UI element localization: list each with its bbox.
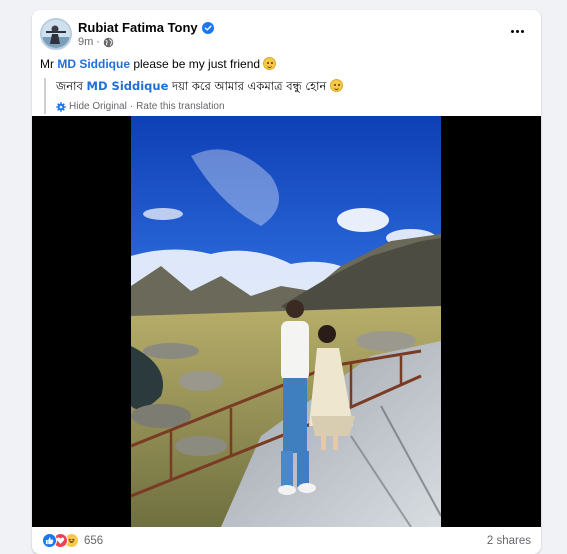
gear-icon xyxy=(56,101,66,112)
reaction-count: 656 xyxy=(84,534,104,547)
like-reaction-icon xyxy=(42,533,57,548)
translation-block: জনাব MD Siddique দয়া করে আমার একমাত্র ব… xyxy=(44,78,343,114)
meta-separator: · xyxy=(96,36,100,48)
translation-text-after: দয়া করে আমার একমাত্র বন্ধু হোন xyxy=(168,79,327,93)
grimace-emoji-icon xyxy=(329,79,343,92)
hide-original-link[interactable]: Hide Original xyxy=(69,101,127,112)
translation-actions-separator: · xyxy=(129,101,134,112)
translation-actions: Hide Original · Rate this translation xyxy=(56,101,343,112)
more-options-icon[interactable] xyxy=(507,24,527,38)
post-meta: 9m · xyxy=(78,36,114,48)
author-name-row: Rubiat Fatima Tony xyxy=(78,20,214,35)
author-avatar[interactable] xyxy=(40,18,72,50)
reactions-summary[interactable]: 656 xyxy=(42,533,103,548)
translation-mention-link[interactable]: MD Siddique xyxy=(87,79,169,93)
post-media xyxy=(32,116,541,527)
caption-mention-link[interactable]: MD Siddique xyxy=(57,57,130,71)
translation-text-before: জনাব xyxy=(56,79,87,93)
author-name[interactable]: Rubiat Fatima Tony xyxy=(78,20,198,35)
post-header: Rubiat Fatima Tony 9m · xyxy=(32,10,541,54)
shares-count[interactable]: 2 shares xyxy=(487,535,531,547)
photo-image xyxy=(131,116,441,527)
globe-icon[interactable] xyxy=(103,37,114,48)
grimace-emoji-icon xyxy=(263,57,277,70)
post-card: Rubiat Fatima Tony 9m · Mr MD Siddique p… xyxy=(32,10,541,554)
post-photo[interactable] xyxy=(131,116,441,527)
post-time[interactable]: 9m xyxy=(78,36,93,48)
rate-translation-link[interactable]: Rate this translation xyxy=(136,101,224,112)
caption-text-after: please be my just friend xyxy=(130,57,261,71)
post-caption: Mr MD Siddique please be my just friend xyxy=(40,57,277,71)
avatar-image xyxy=(42,20,70,48)
post-footer: 656 2 shares xyxy=(32,529,541,554)
translation-text: জনাব MD Siddique দয়া করে আমার একমাত্র ব… xyxy=(56,78,343,97)
caption-text-before: Mr xyxy=(40,57,58,71)
verified-badge-icon xyxy=(201,21,214,34)
